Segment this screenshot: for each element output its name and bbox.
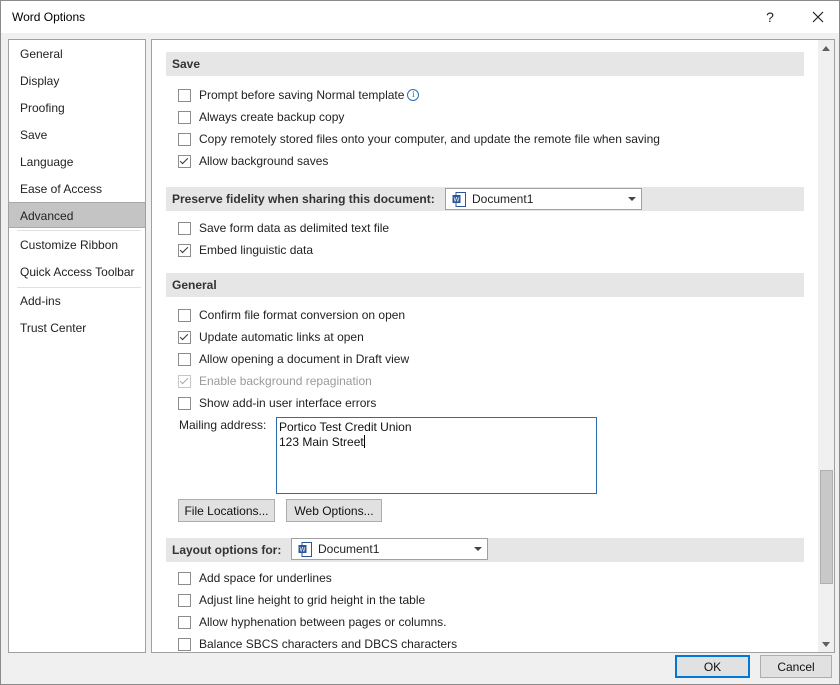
word-document-icon: W: [452, 191, 466, 207]
checkbox[interactable]: [178, 637, 191, 651]
section-title: Preserve fidelity when sharing this docu…: [172, 192, 435, 206]
content-scrollbar[interactable]: [818, 40, 834, 652]
option-save-form-data[interactable]: Save form data as delimited text file: [178, 218, 389, 238]
checkbox[interactable]: [178, 571, 191, 585]
option-copy-remote-files[interactable]: Copy remotely stored files onto your com…: [178, 129, 660, 149]
sidebar-item-add-ins[interactable]: Add-ins: [9, 288, 145, 314]
svg-text:W: W: [300, 546, 306, 553]
layout-document-dropdown[interactable]: W Document1: [291, 538, 488, 560]
sidebar-item-display[interactable]: Display: [9, 68, 145, 94]
option-label: Save form data as delimited text file: [199, 221, 390, 235]
scroll-up-button[interactable]: [818, 40, 834, 56]
option-backup-copy[interactable]: Always create backup copy: [178, 107, 344, 127]
chevron-down-icon: [474, 547, 482, 551]
options-sidebar: General Display Proofing Save Language E…: [8, 39, 146, 653]
sidebar-item-proofing[interactable]: Proofing: [9, 95, 145, 121]
option-label: Adjust line height to grid height in the…: [199, 593, 426, 607]
word-options-dialog: Word Options ? General Display Proofing …: [0, 0, 840, 685]
sidebar-item-quick-access-toolbar[interactable]: Quick Access Toolbar: [9, 259, 145, 285]
checkbox[interactable]: [178, 110, 191, 124]
option-label: Balance SBCS characters and DBCS charact…: [199, 637, 458, 651]
word-document-icon: W: [298, 541, 312, 557]
option-label: Copy remotely stored files onto your com…: [199, 132, 660, 146]
section-header-save: Save: [166, 52, 804, 76]
option-balance-sbcs-dbcs[interactable]: Balance SBCS characters and DBCS charact…: [178, 634, 458, 652]
option-space-underlines[interactable]: Add space for underlines: [178, 568, 332, 588]
text-caret: [363, 435, 365, 448]
option-label: Prompt before saving Normal template: [199, 88, 405, 102]
option-background-saves[interactable]: Allow background saves: [178, 151, 328, 171]
sidebar-item-advanced[interactable]: Advanced: [9, 202, 145, 228]
chevron-down-icon: [628, 197, 636, 201]
sidebar-divider: [17, 230, 141, 231]
web-options-button[interactable]: Web Options...: [286, 499, 382, 522]
scroll-down-button[interactable]: [818, 636, 834, 652]
fidelity-document-dropdown[interactable]: W Document1: [445, 188, 642, 210]
mailing-address-value: Portico Test Credit Union 123 Main Stree…: [279, 420, 412, 449]
option-label: Add space for underlines: [199, 571, 332, 585]
option-confirm-conversion[interactable]: Confirm file format conversion on open: [178, 305, 405, 325]
chevron-up-icon: [822, 45, 830, 51]
option-draft-view[interactable]: Allow opening a document in Draft view: [178, 349, 409, 369]
close-icon: [812, 11, 824, 23]
option-label: Enable background repagination: [199, 374, 372, 388]
checkbox[interactable]: [178, 88, 191, 102]
help-icon: ?: [766, 9, 774, 25]
option-label: Update automatic links at open: [199, 330, 364, 344]
option-embed-linguistic-data[interactable]: Embed linguistic data: [178, 240, 313, 260]
mailing-address-field[interactable]: Portico Test Credit Union 123 Main Stree…: [276, 417, 597, 494]
checkbox[interactable]: [178, 308, 191, 322]
sidebar-item-customize-ribbon[interactable]: Customize Ribbon: [9, 232, 145, 258]
sidebar-item-save[interactable]: Save: [9, 122, 145, 148]
option-label: Allow hyphenation between pages or colum…: [199, 615, 447, 629]
option-label: Show add-in user interface errors: [199, 396, 377, 410]
option-label: Embed linguistic data: [199, 243, 314, 257]
close-button[interactable]: [801, 1, 835, 33]
section-title: Layout options for:: [172, 543, 282, 557]
sidebar-item-ease-of-access[interactable]: Ease of Access: [9, 176, 145, 202]
scrollbar-thumb[interactable]: [820, 470, 833, 584]
help-button[interactable]: ?: [753, 1, 787, 33]
option-label: Allow background saves: [199, 154, 329, 168]
sidebar-item-trust-center[interactable]: Trust Center: [9, 315, 145, 341]
file-locations-button[interactable]: File Locations...: [178, 499, 275, 522]
checkbox[interactable]: [178, 154, 191, 168]
option-label: Always create backup copy: [199, 110, 345, 124]
advanced-options-panel: Save Prompt before saving Normal templat…: [151, 39, 835, 653]
mailing-address-label: Mailing address:: [179, 418, 267, 432]
window-title: Word Options: [12, 10, 86, 24]
checkbox[interactable]: [178, 396, 191, 410]
svg-text:W: W: [454, 196, 460, 203]
sidebar-item-general[interactable]: General: [9, 41, 145, 67]
sidebar-item-language[interactable]: Language: [9, 149, 145, 175]
option-background-repagination: Enable background repagination: [178, 371, 372, 391]
dropdown-value: Document1: [472, 192, 534, 206]
checkbox[interactable]: [178, 132, 191, 146]
checkbox[interactable]: [178, 352, 191, 366]
checkbox[interactable]: [178, 243, 191, 257]
checkbox[interactable]: [178, 593, 191, 607]
option-label: Confirm file format conversion on open: [199, 308, 406, 322]
option-prompt-normal-template[interactable]: Prompt before saving Normal template i: [178, 85, 420, 105]
section-header-general: General: [166, 273, 804, 297]
option-line-height-grid[interactable]: Adjust line height to grid height in the…: [178, 590, 425, 610]
checkbox[interactable]: [178, 615, 191, 629]
option-hyphenation[interactable]: Allow hyphenation between pages or colum…: [178, 612, 447, 632]
cancel-button[interactable]: Cancel: [760, 655, 832, 678]
option-update-links[interactable]: Update automatic links at open: [178, 327, 364, 347]
title-bar: Word Options ?: [1, 1, 839, 33]
chevron-down-icon: [822, 641, 830, 647]
dropdown-value: Document1: [318, 542, 380, 556]
option-label: Allow opening a document in Draft view: [199, 352, 410, 366]
checkbox[interactable]: [178, 221, 191, 235]
info-icon[interactable]: i: [407, 89, 420, 101]
ok-button[interactable]: OK: [675, 655, 750, 678]
checkbox[interactable]: [178, 330, 191, 344]
option-addin-errors[interactable]: Show add-in user interface errors: [178, 393, 376, 413]
checkbox: [178, 374, 191, 388]
